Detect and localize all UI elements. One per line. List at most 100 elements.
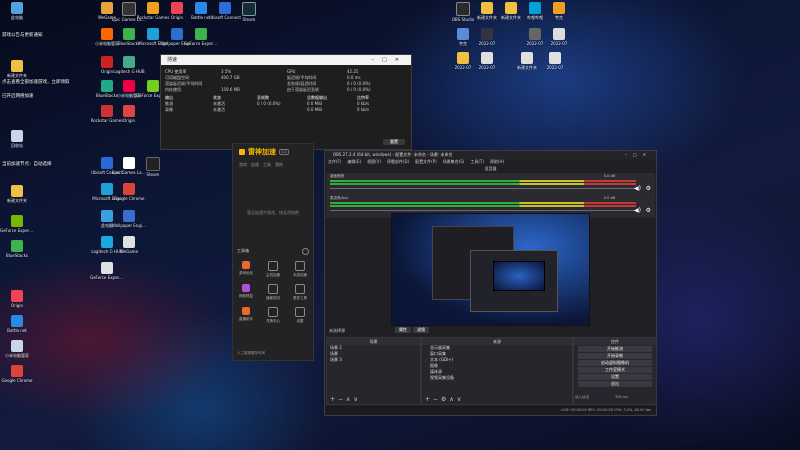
virtual-camera-button[interactable]: 启动虚拟摄像机: [578, 360, 652, 366]
folder-icon: [481, 2, 493, 14]
tool-item[interactable]: 兑换中心: [263, 307, 283, 324]
desktop-icon[interactable]: 小米电脑管家: [0, 340, 34, 358]
window-controls[interactable]: –□✕: [372, 55, 407, 65]
desktop-icon[interactable]: 2022-07: [542, 28, 576, 46]
gear-icon[interactable]: ⚙: [646, 207, 651, 214]
volume-slider[interactable]: [330, 210, 636, 211]
source-toolbar[interactable]: +−⚙∧∨: [425, 396, 464, 403]
tab-accel[interactable]: 加速: [251, 162, 259, 168]
menu-help[interactable]: 帮助(H): [490, 159, 504, 165]
desktop-icon[interactable]: Battle.net: [0, 315, 34, 333]
origin-icon: [171, 2, 183, 14]
app-icon: [147, 80, 159, 92]
menu-dock[interactable]: 停靠部件(D): [387, 159, 409, 165]
volume-slider[interactable]: [330, 188, 636, 189]
settings-button[interactable]: 设置: [578, 374, 652, 380]
desktop-icon[interactable]: GeForce Experience: [184, 28, 218, 46]
obs-window: OBS 27.2.4 (64-bit, windows) - 配置文件: 未命名…: [324, 150, 657, 416]
computer-icon: [11, 2, 23, 14]
desktop-icon[interactable]: Logitech G HUB: [112, 56, 146, 74]
desktop-icon[interactable]: GeForce Experience: [90, 262, 124, 280]
table-cell: 0 kb/s: [357, 101, 370, 106]
speaker-icon[interactable]: ◀): [634, 207, 641, 214]
menu-view[interactable]: 视图(V): [367, 159, 381, 165]
desktop-icon[interactable]: Steam: [232, 2, 266, 22]
menu-edit[interactable]: 编辑(E): [347, 159, 361, 165]
tool-item[interactable]: 手游加速: [290, 261, 310, 278]
obs-menubar: 文件(F) 编辑(E) 视图(V) 停靠部件(D) 配置文件(P) 场景集合(S…: [325, 159, 656, 165]
track-name: 桌面音频: [330, 174, 344, 178]
chrome-icon: [123, 183, 135, 195]
start-stream-button[interactable]: 开始推流: [578, 346, 652, 352]
stats-title: 测速: [167, 57, 178, 63]
app-icon: [11, 340, 23, 352]
tool-item[interactable]: 游戏优化: [236, 261, 256, 276]
app-icon: [123, 105, 135, 117]
stat-label: 内存使用: [165, 87, 181, 92]
tool-item[interactable]: 主机加速: [263, 261, 283, 278]
window-controls[interactable]: –□✕: [625, 151, 652, 159]
stat-label: 由于渲染延迟丢帧: [287, 87, 319, 92]
track-db: 0.0 dB: [603, 196, 615, 200]
source-item[interactable]: 视频采集设备: [422, 375, 572, 381]
scene-toolbar[interactable]: +−∧∨: [330, 396, 361, 403]
tool-icon: [295, 307, 305, 317]
desktop-icon[interactable]: GeForce Experience: [0, 215, 34, 233]
tool-item[interactable]: 直播助手: [236, 307, 256, 322]
properties-button[interactable]: 属性: [395, 327, 411, 333]
reset-button[interactable]: 重置: [383, 139, 405, 145]
transition-duration[interactable]: 300 ms: [615, 395, 628, 399]
studio-mode-button[interactable]: 工作室模式: [578, 367, 652, 373]
desktop-icon[interactable]: 2022-07: [470, 28, 504, 46]
tool-item[interactable]: 设置: [290, 307, 310, 324]
stat-label: GPU: [287, 69, 296, 74]
desktop-icon[interactable]: Google Chrome: [0, 365, 34, 383]
desktop-icon[interactable]: 2022-07: [538, 52, 572, 70]
desktop-icon[interactable]: 2022-07: [470, 52, 504, 70]
desktop-icon[interactable]: 新建文件夹: [0, 60, 34, 78]
tool-icon: [268, 307, 278, 317]
desktop-icon[interactable]: 新建文件夹: [0, 185, 34, 203]
folder-icon: [505, 2, 517, 14]
desktop-icon[interactable]: Origin: [0, 290, 34, 308]
exit-button[interactable]: 退出: [578, 381, 652, 387]
filters-button[interactable]: 滤镜: [413, 327, 429, 333]
tool-item[interactable]: 网络修复: [236, 284, 256, 299]
tool-item[interactable]: 速度测试: [263, 284, 283, 301]
desktop-icon[interactable]: WeGame: [112, 236, 146, 254]
refresh-icon[interactable]: [302, 248, 309, 255]
app-icon: [529, 28, 541, 40]
tool-item[interactable]: 更多工具: [290, 284, 310, 301]
table-cell: 未激活: [213, 107, 225, 112]
desktop-icon[interactable]: Origin: [112, 105, 146, 123]
speaker-icon[interactable]: ◀): [634, 185, 641, 192]
preview-canvas[interactable]: [391, 213, 590, 326]
tab-games[interactable]: 游戏: [239, 162, 247, 168]
empty-hint: 暂无加速中游戏，快去添加吧: [247, 210, 299, 215]
desktop-icon[interactable]: Wallpaper Engine: [112, 210, 146, 228]
audio-meter: [330, 180, 636, 182]
start-record-button[interactable]: 开始录制: [578, 353, 652, 359]
menu-file[interactable]: 文件(F): [328, 159, 341, 165]
desktop-icon[interactable]: 夸克: [542, 2, 576, 20]
menu-tools[interactable]: 工具(T): [470, 159, 484, 165]
tool-icon: [268, 284, 278, 294]
bilibili-icon: [529, 2, 541, 14]
tab-tools[interactable]: 工具: [263, 162, 271, 168]
folder-icon: [11, 60, 23, 72]
scene-item[interactable]: 场景 3: [327, 357, 420, 363]
menu-profile[interactable]: 配置文件(P): [415, 159, 437, 165]
desktop-icon[interactable]: 回收站: [0, 130, 34, 148]
desktop-icon[interactable]: Google Chrome: [112, 183, 146, 201]
nested-obs-preview: [470, 250, 558, 312]
desktop-icon[interactable]: Steam: [136, 157, 170, 177]
menu-scene-collection[interactable]: 场景集合(S): [443, 159, 465, 165]
desktop-icon[interactable]: BlueStacks: [0, 240, 34, 258]
tab-mine[interactable]: 我的: [275, 162, 283, 168]
sources-panel: 来源 显示器采集 窗口采集 文本 (GDI+) 图像 媒体源 视频采集设备 +−…: [421, 337, 573, 405]
audio-meter: [330, 202, 636, 204]
desktop-icon[interactable]: 此电脑: [0, 2, 34, 20]
controls-title: 控件: [574, 338, 656, 345]
notice-text: 游戏公告与更新通知: [2, 33, 43, 38]
gear-icon[interactable]: ⚙: [646, 185, 651, 192]
